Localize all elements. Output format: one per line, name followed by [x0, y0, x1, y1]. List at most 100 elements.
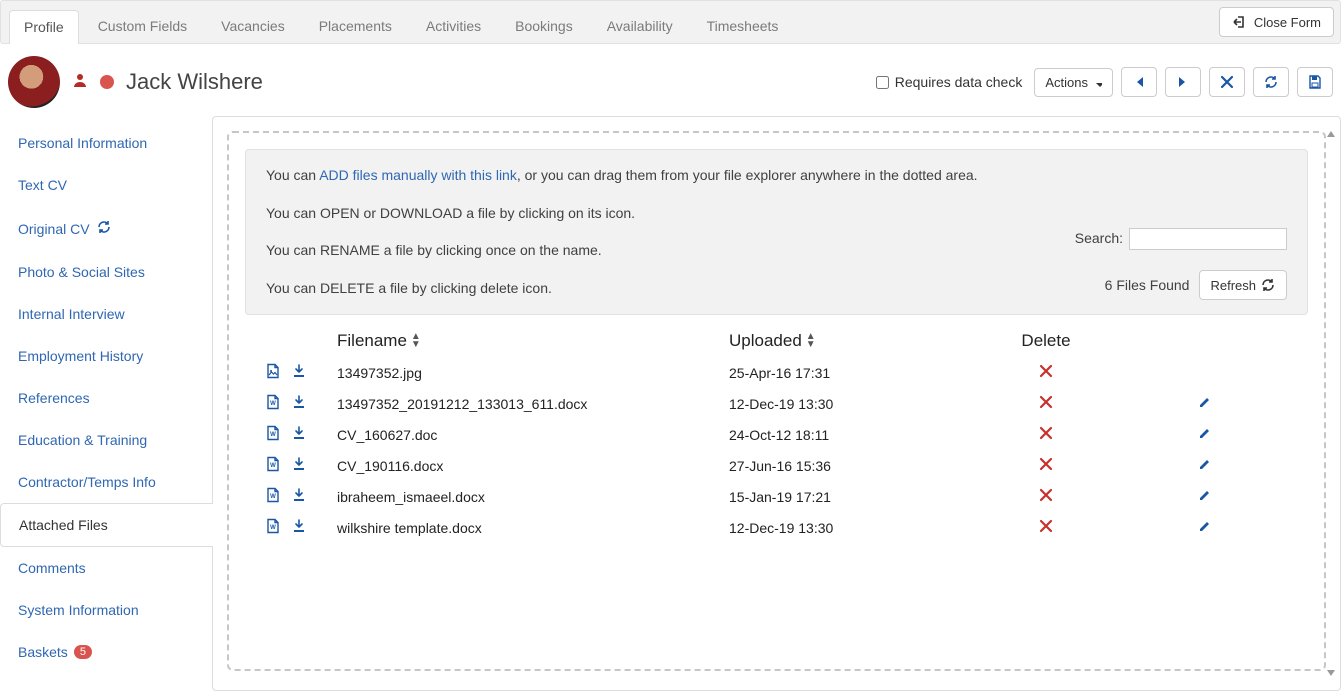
file-name[interactable]: wilkshire template.docx: [337, 520, 717, 536]
actions-dropdown[interactable]: Actions: [1034, 68, 1113, 97]
sidebar-item-label: Original CV: [18, 221, 90, 237]
table-row: 13497352_20191212_133013_611.docx 12-Dec-…: [245, 388, 1308, 419]
skip-last-icon: [1175, 74, 1191, 90]
delete-file-button[interactable]: [981, 425, 1111, 444]
delete-file-button[interactable]: [981, 394, 1111, 413]
open-file-button[interactable]: [265, 394, 281, 413]
delete-file-button[interactable]: [981, 518, 1111, 537]
download-file-button[interactable]: [291, 394, 307, 413]
edit-icon: [1197, 518, 1213, 534]
delete-icon: [1038, 363, 1054, 379]
tab-bookings[interactable]: Bookings: [500, 9, 588, 43]
sidebar-item-label: Contractor/Temps Info: [18, 474, 156, 490]
file-name[interactable]: 13497352_20191212_133013_611.docx: [337, 396, 717, 412]
tab-vacancies[interactable]: Vacancies: [206, 9, 300, 43]
refresh-icon: [96, 219, 112, 238]
file-table: Filename ▲▼ Uploaded ▲▼ Delete 13497352.…: [245, 325, 1308, 543]
edit-file-button[interactable]: [1197, 397, 1213, 413]
file-name[interactable]: 13497352.jpg: [337, 365, 717, 381]
sidebar-item-label: Photo & Social Sites: [18, 264, 145, 280]
sidebar-item-label: Attached Files: [19, 517, 108, 533]
sidebar-item-employment-history[interactable]: Employment History: [0, 335, 212, 377]
sidebar-item-baskets[interactable]: Baskets5: [0, 631, 212, 673]
col-uploaded[interactable]: Uploaded ▲▼: [729, 331, 969, 351]
edit-file-button[interactable]: [1197, 428, 1213, 444]
sidebar-item-label: Comments: [18, 560, 86, 576]
edit-file-button[interactable]: [1197, 459, 1213, 475]
col-delete-label: Delete: [981, 331, 1111, 351]
sidebar-item-comments[interactable]: Comments: [0, 547, 212, 589]
file-uploaded: 12-Dec-19 13:30: [729, 520, 969, 536]
save-button[interactable]: [1297, 67, 1333, 97]
page-title: Jack Wilshere: [126, 69, 263, 95]
delete-file-button[interactable]: [981, 456, 1111, 475]
save-icon: [1307, 74, 1323, 90]
sidebar-item-original-cv[interactable]: Original CV: [0, 206, 212, 251]
download-file-button[interactable]: [291, 363, 307, 382]
edit-file-button[interactable]: [1197, 521, 1213, 537]
download-file-button[interactable]: [291, 425, 307, 444]
tab-availability[interactable]: Availability: [592, 9, 688, 43]
search-label: Search:: [1075, 229, 1123, 249]
open-file-button[interactable]: [265, 425, 281, 444]
nav-first-button[interactable]: [1121, 67, 1157, 97]
file-icon: [265, 363, 281, 379]
close-form-button[interactable]: Close Form: [1219, 7, 1334, 37]
sidebar-item-references[interactable]: References: [0, 377, 212, 419]
top-tab-bar: ProfileCustom FieldsVacanciesPlacementsA…: [0, 0, 1341, 44]
sidebar-item-education-training[interactable]: Education & Training: [0, 419, 212, 461]
requires-data-check-box[interactable]: [876, 76, 889, 89]
sidebar-item-system-information[interactable]: System Information: [0, 589, 212, 631]
x-icon: [1219, 74, 1235, 90]
close-x-button[interactable]: [1209, 67, 1245, 97]
file-name[interactable]: CV_160627.doc: [337, 427, 717, 443]
refresh-files-button[interactable]: Refresh: [1199, 270, 1287, 300]
main-panel: You can ADD files manually with this lin…: [212, 116, 1341, 691]
search-input[interactable]: [1129, 228, 1287, 250]
tab-activities[interactable]: Activities: [411, 9, 496, 43]
sidebar-item-personal-information[interactable]: Personal Information: [0, 122, 212, 164]
requires-check-label: Requires data check: [895, 74, 1023, 90]
nav-last-button[interactable]: [1165, 67, 1201, 97]
tab-profile[interactable]: Profile: [9, 10, 79, 44]
sidebar-item-text-cv[interactable]: Text CV: [0, 164, 212, 206]
add-files-link[interactable]: ADD files manually with this link: [319, 167, 517, 183]
col-uploaded-label: Uploaded: [729, 331, 802, 351]
close-form-label: Close Form: [1254, 15, 1321, 30]
info-box: You can ADD files manually with this lin…: [245, 149, 1308, 315]
refresh-icon: [1263, 74, 1279, 90]
scrollbar[interactable]: [1324, 131, 1338, 676]
dropzone[interactable]: You can ADD files manually with this lin…: [227, 131, 1326, 671]
sidebar-item-contractor-temps-info[interactable]: Contractor/Temps Info: [0, 461, 212, 503]
caret-down-icon: [1092, 77, 1102, 87]
tab-placements[interactable]: Placements: [304, 9, 407, 43]
file-icon: [265, 425, 281, 441]
col-filename[interactable]: Filename ▲▼: [337, 331, 717, 351]
sidebar-item-label: References: [18, 390, 90, 406]
file-uploaded: 12-Dec-19 13:30: [729, 396, 969, 412]
tab-custom-fields[interactable]: Custom Fields: [83, 9, 202, 43]
table-row: CV_160627.doc24-Oct-12 18:11: [245, 419, 1308, 450]
col-filename-label: Filename: [337, 331, 407, 351]
download-file-button[interactable]: [291, 487, 307, 506]
requires-data-check[interactable]: Requires data check: [876, 74, 1023, 90]
sort-icon: ▲▼: [411, 333, 421, 349]
file-name[interactable]: CV_190116.docx: [337, 458, 717, 474]
sidebar-item-photo-social-sites[interactable]: Photo & Social Sites: [0, 251, 212, 293]
sidebar-item-attached-files[interactable]: Attached Files: [0, 503, 213, 547]
open-file-button[interactable]: [265, 363, 281, 382]
open-file-button[interactable]: [265, 487, 281, 506]
sidebar-item-internal-interview[interactable]: Internal Interview: [0, 293, 212, 335]
edit-file-button[interactable]: [1197, 490, 1213, 506]
info-line2: You can OPEN or DOWNLOAD a file by click…: [266, 204, 1287, 224]
open-file-button[interactable]: [265, 518, 281, 537]
refresh-button[interactable]: [1253, 67, 1289, 97]
file-name[interactable]: ibraheem_ismaeel.docx: [337, 489, 717, 505]
download-file-button[interactable]: [291, 518, 307, 537]
download-file-button[interactable]: [291, 456, 307, 475]
delete-file-button[interactable]: [981, 363, 1111, 382]
delete-file-button[interactable]: [981, 487, 1111, 506]
open-file-button[interactable]: [265, 456, 281, 475]
table-row: 13497352.jpg25-Apr-16 17:31: [245, 357, 1308, 388]
tab-timesheets[interactable]: Timesheets: [692, 9, 794, 43]
